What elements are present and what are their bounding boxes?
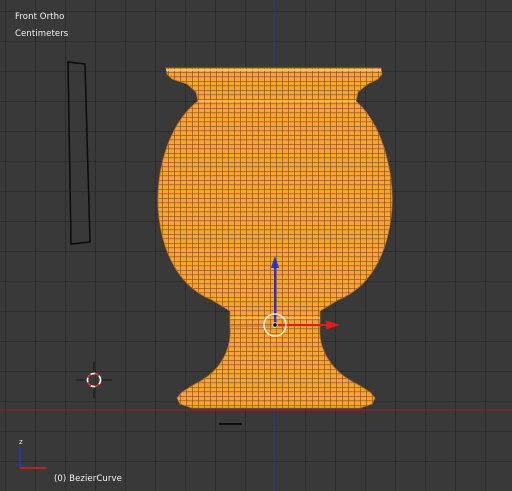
viewport-scene[interactable]: z — [0, 0, 512, 491]
units-label: Centimeters — [15, 29, 69, 39]
goblet-mesh[interactable] — [157, 67, 393, 409]
axis-gizmo: z — [19, 438, 46, 469]
3d-cursor-icon[interactable] — [76, 362, 112, 398]
origin-point — [272, 322, 278, 328]
goblet-base[interactable] — [176, 325, 376, 409]
bezier-profile-curve[interactable] — [67, 61, 91, 245]
active-object-label: (0) BezierCurve — [54, 474, 122, 484]
view-name-label: Front Ortho — [15, 12, 65, 22]
x-arrow-icon[interactable] — [326, 320, 340, 330]
gizmo-z-label: z — [19, 438, 23, 446]
3d-viewport[interactable]: z Front Ortho Centimeters (0) BezierCurv… — [0, 0, 512, 491]
